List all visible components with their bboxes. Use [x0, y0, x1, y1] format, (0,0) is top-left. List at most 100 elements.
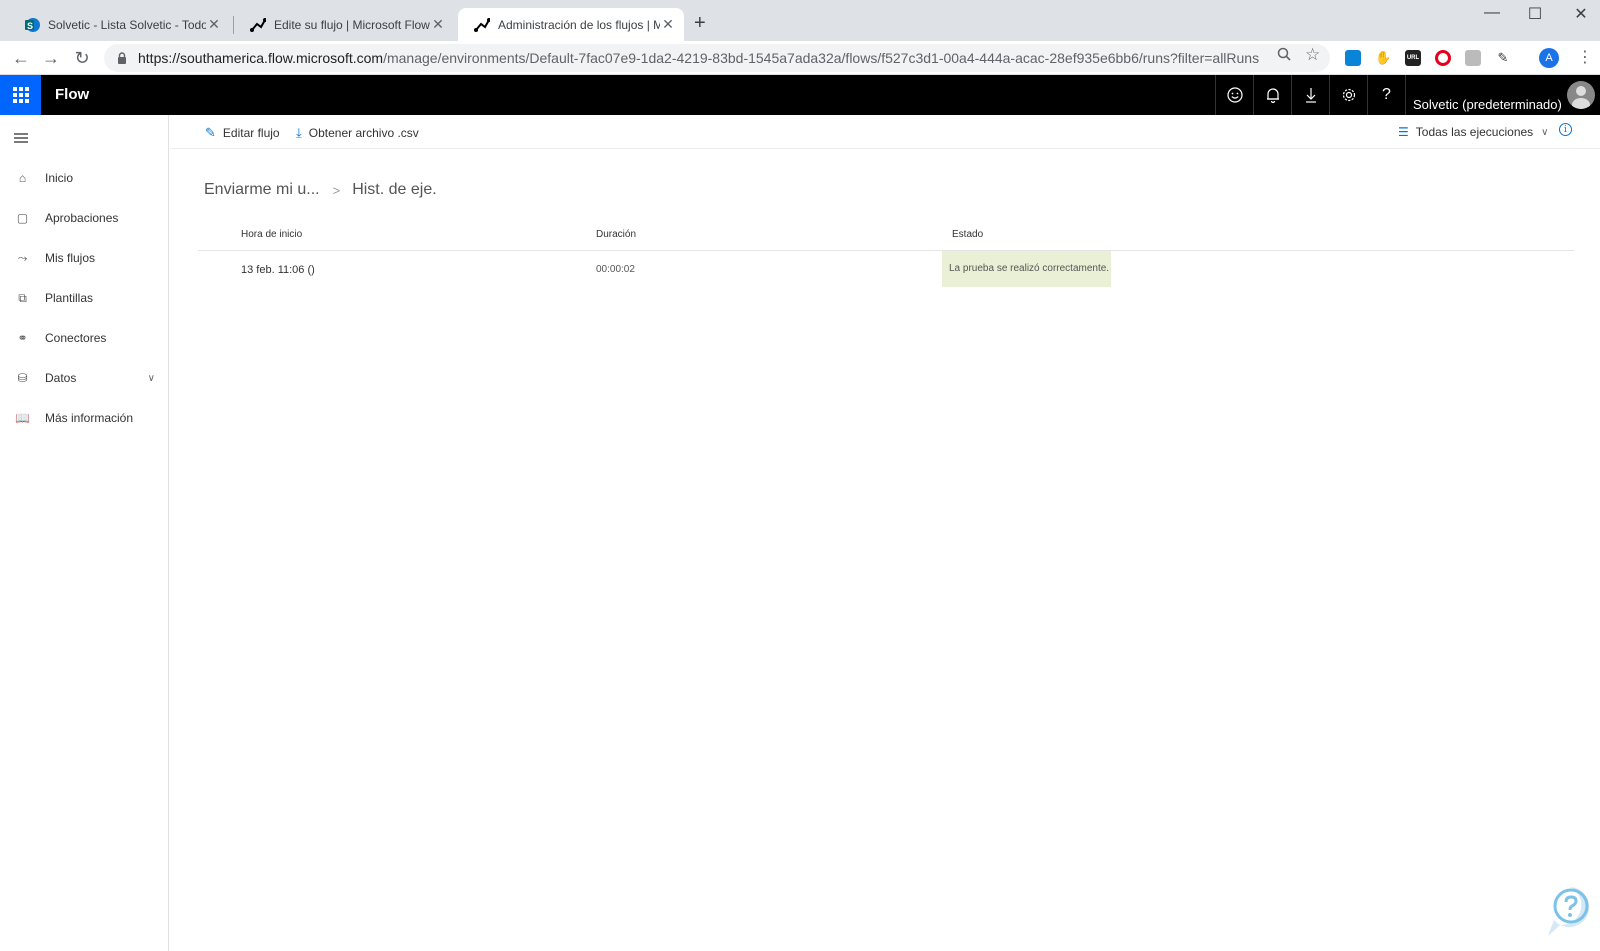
- chevron-right-icon: >: [332, 182, 341, 198]
- flow-icon: [474, 17, 490, 32]
- close-tab-icon[interactable]: ✕: [660, 16, 676, 33]
- help-icon[interactable]: ?: [1367, 75, 1405, 115]
- breadcrumb: Enviarme mi u... > Hist. de eje.: [204, 181, 437, 199]
- download-csv-label: Obtener archivo .csv: [308, 126, 419, 140]
- approvals-icon: ▢: [16, 211, 29, 225]
- extension-mute-icon[interactable]: ✋: [1375, 50, 1391, 66]
- filter-icon: ☰: [1398, 125, 1409, 139]
- nav-item-label: Aprobaciones: [45, 211, 119, 225]
- runs-filter-dropdown[interactable]: ☰ Todas las ejecuciones ∨: [1398, 125, 1549, 139]
- extension-opera-icon[interactable]: [1435, 50, 1451, 66]
- environment-name[interactable]: Solvetic (predeterminado): [1413, 97, 1562, 112]
- close-window-icon[interactable]: ✕: [1566, 4, 1596, 24]
- breadcrumb-current: Hist. de eje.: [352, 181, 437, 198]
- pencil-icon: ✎: [205, 125, 216, 140]
- nav-item-plantillas[interactable]: ⧉ Plantillas: [0, 278, 169, 318]
- solvetic-watermark-logo: [1548, 887, 1590, 936]
- chevron-down-icon: ∨: [1541, 126, 1549, 138]
- app-launcher-icon[interactable]: [0, 75, 41, 115]
- browser-tab-solvetic[interactable]: S Solvetic - Lista Solvetic - Todos lo ✕: [8, 8, 230, 41]
- nav-item-label: Datos: [45, 371, 77, 385]
- tab-title: Edite su flujo | Microsoft Flow: [274, 17, 430, 32]
- user-avatar-icon[interactable]: [1567, 81, 1595, 109]
- info-icon[interactable]: i: [1559, 123, 1572, 136]
- settings-gear-icon[interactable]: [1329, 75, 1367, 115]
- command-bar: ✎ Editar flujo ⤓ Obtener archivo .csv ☰ …: [170, 115, 1600, 149]
- nav-item-datos[interactable]: ⛁ Datos ∨: [0, 358, 169, 398]
- nav-item-mis-flujos[interactable]: ⤳ Mis flujos: [0, 238, 169, 278]
- reload-icon[interactable]: ↻: [70, 46, 94, 70]
- run-history-table: Hora de inicio Duración Estado 13 feb. 1…: [198, 222, 1574, 289]
- profile-avatar[interactable]: A: [1539, 48, 1559, 68]
- info-symbol: i: [1564, 125, 1567, 135]
- table-header: Hora de inicio Duración Estado: [198, 222, 1574, 251]
- run-start-time[interactable]: 13 feb. 11:06 (): [241, 264, 315, 276]
- runs-filter-label: Todas las ejecuciones: [1415, 125, 1534, 139]
- url-host: https://southamerica.flow.microsoft.com: [138, 50, 384, 66]
- app-brand[interactable]: Flow: [55, 86, 89, 103]
- header-divider: [1405, 75, 1406, 115]
- hamburger-menu-icon[interactable]: [14, 131, 28, 149]
- maximize-window-icon[interactable]: ☐: [1520, 4, 1550, 24]
- nav-item-label: Más información: [45, 411, 134, 425]
- browser-tab-admin-flows[interactable]: Administración de los flujos | Mic ✕: [458, 8, 684, 41]
- run-duration: 00:00:02: [596, 264, 635, 275]
- url-path: /manage/environments/Default-7fac07e9-1d…: [383, 50, 1260, 66]
- extension-messages-icon[interactable]: [1345, 50, 1361, 66]
- nav-item-label: Plantillas: [45, 291, 94, 305]
- nav-item-inicio[interactable]: ⌂ Inicio: [0, 158, 169, 198]
- app-header: Flow ? Solvetic (predeterminado): [0, 75, 1600, 115]
- edit-flow-button[interactable]: ✎ Editar flujo: [205, 125, 280, 141]
- column-header-duration[interactable]: Duración: [596, 229, 636, 240]
- close-tab-icon[interactable]: ✕: [430, 16, 446, 33]
- sharepoint-icon: S: [25, 17, 40, 32]
- home-icon: ⌂: [18, 171, 27, 185]
- lock-icon: [118, 52, 126, 64]
- extension-gallery-icon[interactable]: [1465, 50, 1481, 66]
- notifications-bell-icon[interactable]: [1253, 75, 1291, 115]
- zoom-search-icon[interactable]: [1277, 47, 1291, 65]
- left-navigation: ⌂ Inicio ▢ Aprobaciones ⤳ Mis flujos ⧉ P…: [0, 115, 169, 951]
- extension-pin-icon[interactable]: ✎: [1495, 50, 1511, 66]
- tab-title: Administración de los flujos | Mic: [498, 17, 660, 32]
- chevron-down-icon[interactable]: ∨: [148, 373, 155, 384]
- run-status-text: La prueba se realizó correctamente.: [949, 263, 1110, 274]
- database-icon: ⛁: [17, 371, 28, 385]
- download-icon[interactable]: [1291, 75, 1329, 115]
- nav-item-label: Inicio: [45, 171, 74, 185]
- nav-item-mas-informacion[interactable]: 📖 Más información: [0, 398, 169, 438]
- forward-arrow-icon[interactable]: →: [39, 46, 63, 70]
- close-tab-icon[interactable]: ✕: [206, 16, 222, 33]
- breadcrumb-parent-link[interactable]: Enviarme mi u...: [204, 181, 320, 199]
- browser-tab-strip: S Solvetic - Lista Solvetic - Todos lo ✕…: [0, 0, 1600, 41]
- feedback-smiley-icon[interactable]: [1215, 75, 1253, 115]
- column-header-status[interactable]: Estado: [952, 229, 983, 240]
- book-icon: 📖: [15, 411, 30, 425]
- nav-item-conectores[interactable]: ⚭ Conectores: [0, 318, 169, 358]
- flows-icon: ⤳: [17, 250, 28, 265]
- nav-item-label: Mis flujos: [45, 251, 96, 265]
- browser-tab-edit-flow[interactable]: Edite su flujo | Microsoft Flow ✕: [234, 8, 454, 41]
- download-arrow-icon: ⤓: [296, 125, 302, 140]
- new-tab-button[interactable]: +: [694, 12, 706, 35]
- nav-item-label: Conectores: [45, 331, 107, 345]
- browser-toolbar: ← → ↻ https://southamerica.flow.microsof…: [0, 41, 1600, 75]
- column-header-start-time[interactable]: Hora de inicio: [241, 229, 302, 240]
- minimize-window-icon[interactable]: —: [1477, 4, 1507, 22]
- connectors-icon: ⚭: [17, 331, 28, 345]
- table-row[interactable]: 13 feb. 11:06 () 00:00:02 La prueba se r…: [198, 251, 1574, 289]
- extension-url-label: URL: [1406, 55, 1420, 61]
- svg-text:S: S: [27, 21, 33, 31]
- extension-url-icon[interactable]: URL: [1405, 50, 1421, 66]
- address-bar[interactable]: https://southamerica.flow.microsoft.com /…: [104, 44, 1330, 72]
- templates-icon: ⧉: [18, 290, 27, 305]
- download-csv-button[interactable]: ⤓ Obtener archivo .csv: [296, 125, 419, 141]
- tab-title: Solvetic - Lista Solvetic - Todos lo: [48, 17, 206, 32]
- edit-flow-label: Editar flujo: [222, 126, 280, 140]
- back-arrow-icon[interactable]: ←: [9, 46, 33, 70]
- bookmark-star-icon[interactable]: ☆: [1305, 45, 1320, 65]
- nav-item-aprobaciones[interactable]: ▢ Aprobaciones: [0, 198, 169, 238]
- status-badge: La prueba se realizó correctamente.: [942, 251, 1111, 287]
- flow-icon: [250, 17, 266, 32]
- browser-menu-icon[interactable]: ⋮: [1577, 47, 1593, 67]
